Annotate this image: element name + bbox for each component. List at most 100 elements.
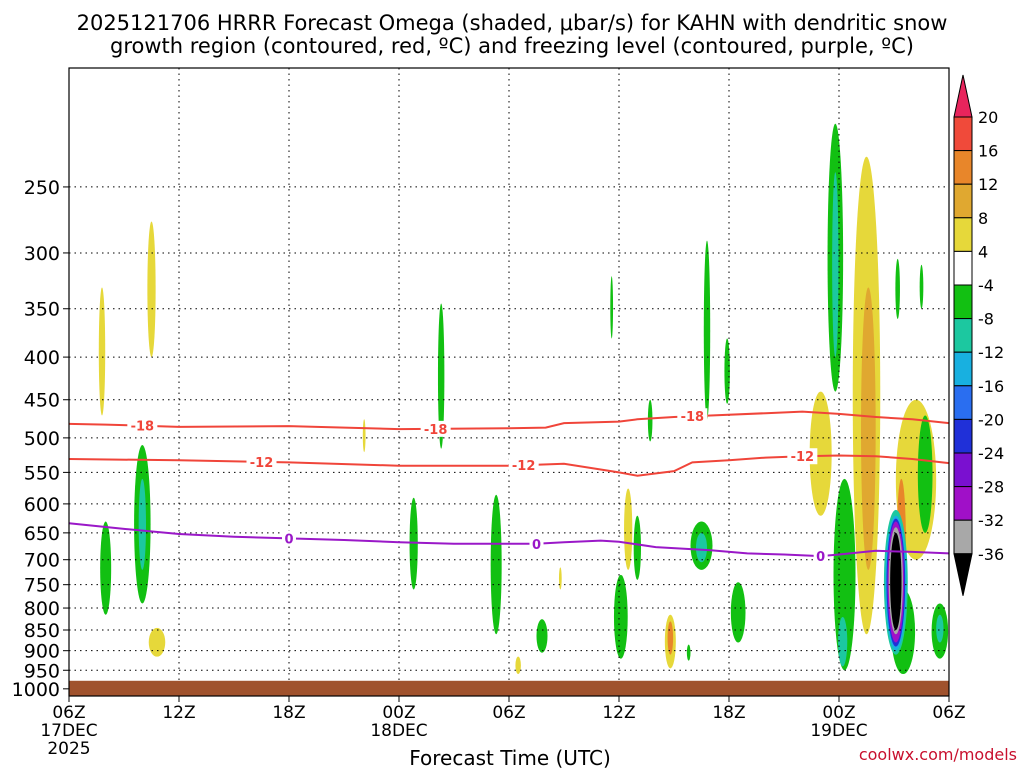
- omega-cell: [686, 644, 691, 661]
- omega-cell: [613, 574, 628, 659]
- colorbar-level-label: -28: [978, 478, 1004, 497]
- y-tick-label: 800: [24, 598, 60, 620]
- colorbar-segment: [953, 385, 973, 420]
- y-tick-label: 450: [24, 390, 60, 412]
- y-tick-label: 1000: [12, 679, 60, 701]
- colorbar: 20 16 12 8 4 -4 -8 -12 -16 -20 -24 -28 -32 -36: [953, 74, 1004, 596]
- omega-cell: [936, 614, 944, 643]
- x-tick-date: 19DEC: [810, 721, 867, 741]
- omega-cell: [147, 221, 156, 358]
- contour-label: -18: [131, 420, 155, 435]
- colorbar-segment: [953, 250, 973, 286]
- contour-label: -18: [681, 410, 705, 425]
- omega-cell: [890, 532, 902, 630]
- omega-cell: [832, 172, 839, 358]
- y-tick-label: 400: [24, 347, 60, 369]
- colorbar-segment: [953, 351, 973, 387]
- x-tick-label: 06Z: [932, 703, 965, 723]
- omega-cell: [696, 532, 707, 563]
- omega-cross-section-chart: 2025121706 HRRR Forecast Omega (shaded, …: [12, 11, 1017, 768]
- colorbar-level-label: 12: [978, 175, 998, 194]
- y-tick-label: 700: [24, 550, 60, 572]
- omega-cell: [490, 494, 502, 635]
- omega-cell: [703, 240, 711, 420]
- omega-cell: [148, 627, 166, 657]
- plot-area: -18 -18 -18 -12 -12 -12 0 0 0: [68, 67, 950, 697]
- y-tick-label: 650: [24, 523, 60, 545]
- contour-label: 0: [284, 532, 293, 547]
- colorbar-arrow-bottom: [953, 553, 973, 596]
- x-tick-date: 17DEC: [40, 721, 97, 741]
- y-tick-label: 550: [24, 462, 60, 484]
- colorbar-segment: [953, 486, 973, 521]
- contour-label: 0: [816, 550, 825, 565]
- x-tick-label: 12Z: [162, 703, 195, 723]
- x-tick-date: 18DEC: [370, 721, 427, 741]
- x-axis-label: Forecast Time (UTC): [409, 746, 611, 768]
- omega-cell: [98, 287, 106, 416]
- x-tick-label: 00Z: [822, 703, 855, 723]
- x-tick-label: 18Z: [272, 703, 305, 723]
- y-tick-label: 850: [24, 620, 60, 642]
- colorbar-segment: [953, 150, 973, 185]
- omega-cell: [362, 419, 366, 453]
- y-tick-label: 350: [24, 299, 60, 321]
- colorbar-segment: [953, 519, 973, 555]
- colorbar-segment: [953, 452, 973, 488]
- contour-label: -12: [791, 450, 815, 465]
- omega-cell: [558, 567, 562, 590]
- colorbar-segment: [953, 217, 973, 252]
- credit-text: coolwx.com/models: [859, 745, 1017, 764]
- omega-cell: [647, 399, 653, 442]
- surface-terrain: [69, 680, 949, 696]
- colorbar-segment: [953, 318, 973, 353]
- colorbar-level-label: 4: [978, 242, 988, 261]
- contour-label: -12: [512, 459, 536, 474]
- colorbar-level-label: -20: [978, 410, 1004, 429]
- y-tick-label: 750: [24, 575, 60, 597]
- x-tick-label: 06Z: [492, 703, 525, 723]
- omega-cell: [536, 619, 548, 653]
- omega-cell: [919, 264, 924, 309]
- omega-cell: [730, 582, 746, 643]
- colorbar-segment: [953, 116, 973, 152]
- y-tick-label: 500: [24, 428, 60, 450]
- contour-label: 0: [532, 538, 541, 553]
- omega-cell: [100, 521, 112, 615]
- colorbar-segment: [953, 183, 973, 219]
- contour-label: -18: [424, 423, 448, 438]
- chart-title-line2: growth region (contoured, red, ºC) and f…: [110, 34, 914, 58]
- y-tick-label: 300: [24, 243, 60, 265]
- omega-cell: [515, 656, 521, 675]
- colorbar-level-label: -4: [978, 276, 994, 295]
- x-tick-label: 12Z: [602, 703, 635, 723]
- colorbar-arrow-top: [953, 74, 973, 118]
- y-axis-ticks: 2503003504004505005506006507007508008509…: [12, 177, 69, 701]
- colorbar-level-label: -36: [978, 545, 1004, 564]
- omega-cell: [633, 515, 641, 580]
- omega-cell: [895, 258, 900, 319]
- colorbar-level-label: -8: [978, 310, 994, 329]
- omega-cell: [917, 415, 933, 533]
- omega-cell: [861, 287, 876, 570]
- omega-cell: [667, 621, 674, 655]
- colorbar-level-label: -32: [978, 511, 1004, 530]
- colorbar-level-label: 20: [978, 108, 998, 127]
- omega-cell: [624, 488, 633, 570]
- x-tick-label: 06Z: [52, 703, 85, 723]
- y-tick-label: 250: [24, 177, 60, 199]
- x-tick-label: 00Z: [382, 703, 415, 723]
- colorbar-level-label: -12: [978, 343, 1004, 362]
- x-tick-label: 18Z: [712, 703, 745, 723]
- colorbar-segment: [953, 284, 973, 320]
- colorbar-segment: [953, 418, 973, 454]
- chart-title-line1: 2025121706 HRRR Forecast Omega (shaded, …: [77, 11, 948, 35]
- contour-label: -12: [250, 456, 274, 471]
- x-tick-year: 2025: [47, 739, 90, 759]
- y-tick-label: 600: [24, 494, 60, 516]
- colorbar-level-label: 16: [978, 142, 998, 161]
- colorbar-level-label: 8: [978, 209, 988, 228]
- colorbar-level-label: -24: [978, 444, 1004, 463]
- colorbar-level-label: -16: [978, 377, 1004, 396]
- omega-cell: [610, 276, 614, 339]
